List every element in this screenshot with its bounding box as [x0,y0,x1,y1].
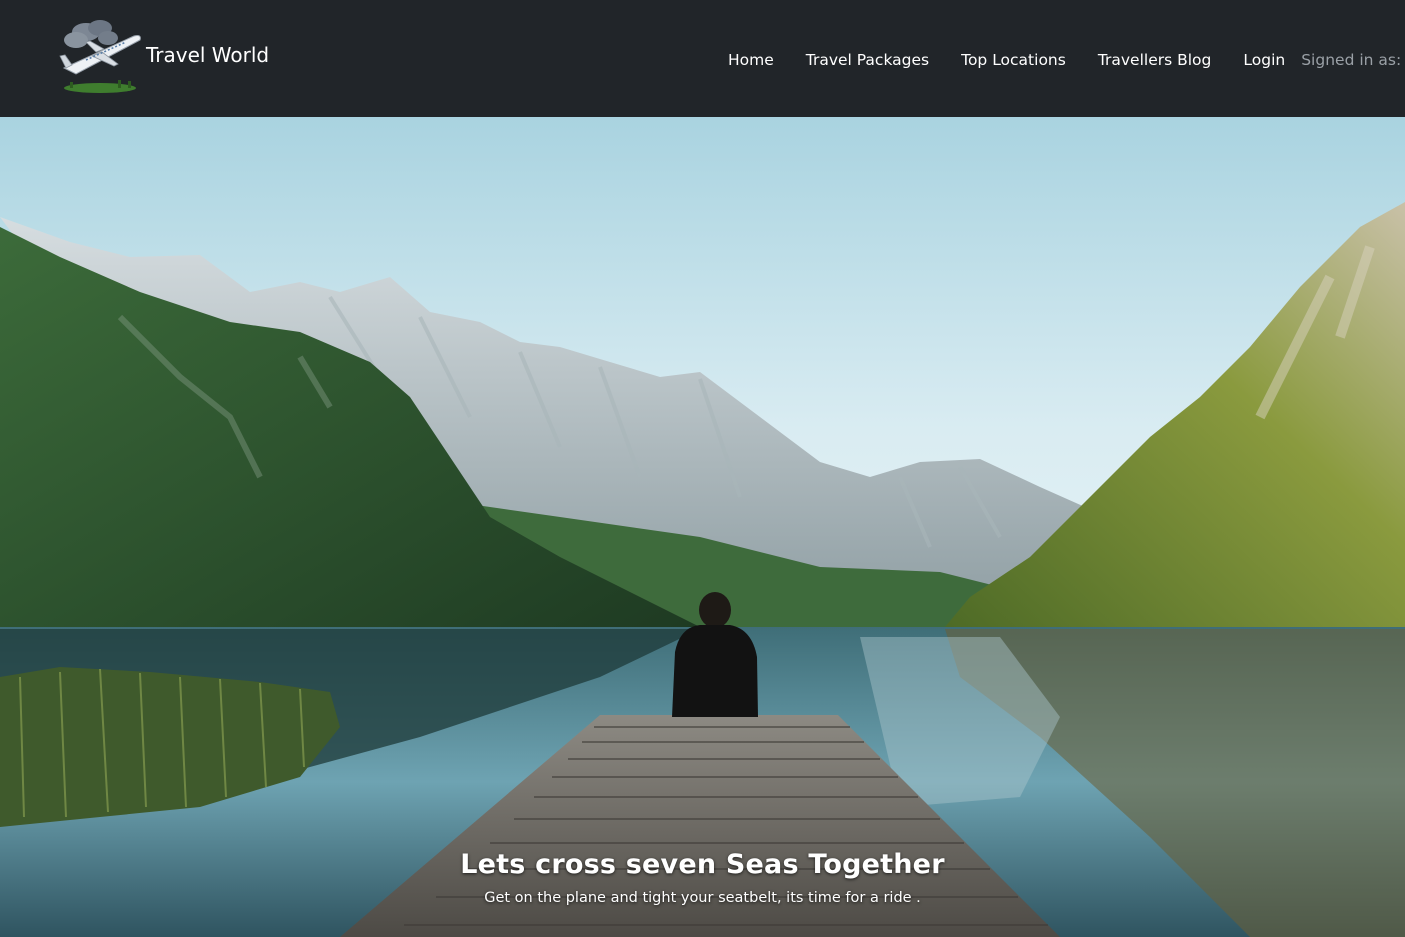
signed-in-status: Signed in as: [1301,51,1402,69]
airplane-icon [59,20,141,93]
hero-subtitle: Get on the plane and tight your seatbelt… [484,890,921,906]
nav-travel-packages[interactable]: Travel Packages [790,51,945,69]
hero-image [0,117,1405,937]
nav-menu: Home Travel Packages Top Locations Trave… [712,47,1401,73]
hero-carousel: Lets cross seven Seas Together Get on th… [0,117,1405,937]
hero-caption: Lets cross seven Seas Together Get on th… [0,849,1405,906]
nav-travellers-blog[interactable]: Travellers Blog [1082,51,1228,69]
brand-link[interactable]: Travel World [56,14,269,98]
brand-name: Travel World [146,43,270,67]
hero-title: Lets cross seven Seas Together [460,849,945,880]
navbar: Travel World Home Travel Packages Top Lo… [0,0,1405,117]
nav-login[interactable]: Login [1227,51,1301,69]
nav-home[interactable]: Home [712,51,790,69]
nav-top-locations[interactable]: Top Locations [945,51,1082,69]
